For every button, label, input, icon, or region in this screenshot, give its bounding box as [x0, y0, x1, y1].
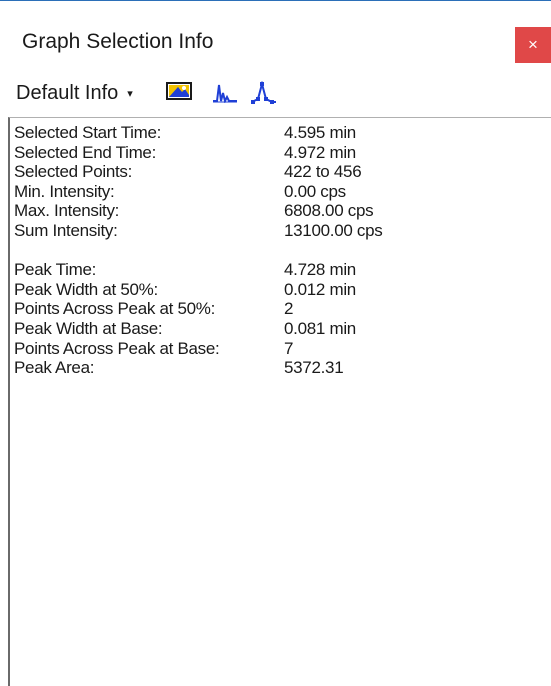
info-row-sum-intensity: Sum Intensity: 13100.00 cps — [14, 220, 383, 240]
info-list: Selected Start Time: 4.595 min Selected … — [14, 123, 383, 378]
peak-chromatogram-icon[interactable] — [212, 81, 238, 103]
chevron-down-icon: ▾ — [127, 87, 133, 100]
graph-selection-info-window: Graph Selection Info × Default Info ▾ Se… — [0, 0, 551, 686]
info-row-points-across-peak-base: Points Across Peak at Base: 7 — [14, 338, 294, 358]
info-row-peak-width-50: Peak Width at 50%: 0.012 min — [14, 279, 356, 299]
info-panel: Selected Start Time: 4.595 min Selected … — [8, 117, 551, 686]
peak-points-icon[interactable] — [250, 81, 278, 105]
info-row-selected-start-time: Selected Start Time: 4.595 min — [14, 123, 356, 142]
info-row-peak-time: Peak Time: 4.728 min — [14, 260, 356, 280]
info-row-max-intensity: Max. Intensity: 6808.00 cps — [14, 201, 374, 221]
info-row-peak-width-base: Peak Width at Base: 0.081 min — [14, 318, 356, 338]
info-row-selected-end-time: Selected End Time: 4.972 min — [14, 142, 356, 162]
info-row-points-across-peak-50: Points Across Peak at 50%: 2 — [14, 299, 294, 319]
dropdown-label: Default Info — [16, 81, 119, 104]
info-row-peak-area: Peak Area: 5372.31 — [14, 358, 344, 378]
title-bar: Graph Selection Info × — [0, 1, 551, 73]
window-title: Graph Selection Info — [22, 30, 214, 53]
info-row-selected-points: Selected Points: 422 to 456 — [14, 162, 362, 182]
info-row-min-intensity: Min. Intensity: 0.00 cps — [14, 181, 346, 201]
copy-image-icon[interactable] — [166, 81, 192, 101]
close-button[interactable]: × — [515, 27, 551, 63]
info-mode-dropdown[interactable]: Default Info ▾ — [16, 81, 133, 105]
